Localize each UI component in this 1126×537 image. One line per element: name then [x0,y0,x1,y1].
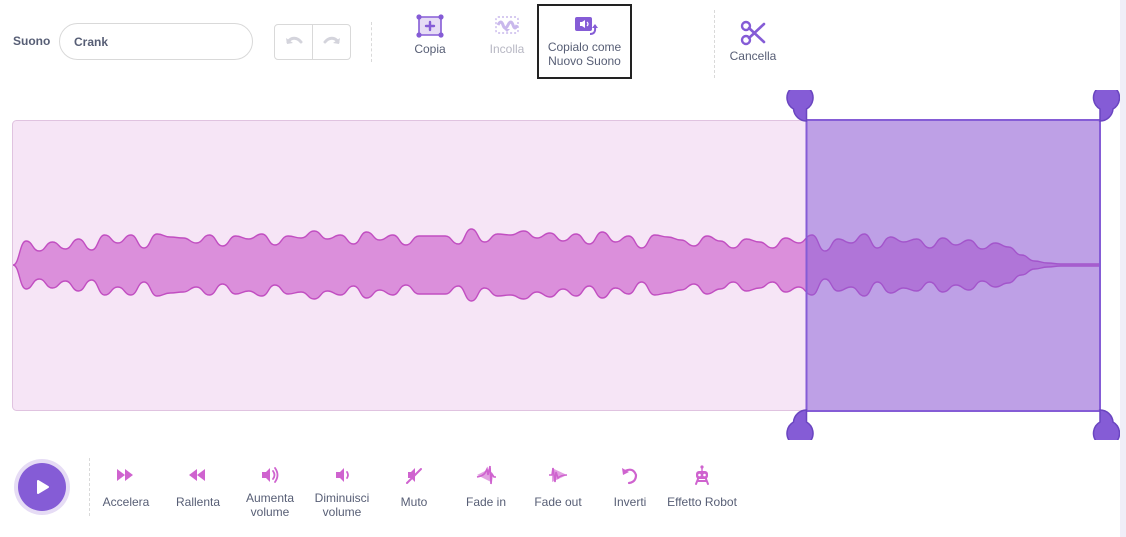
waveform-editor[interactable] [0,90,1126,440]
copy-to-new-label-line2: Nuovo Suono [548,54,621,68]
delete-label: Cancella [729,49,777,63]
play-button-ring [14,459,70,515]
reverse-icon [619,464,641,486]
sound-name-label: Suono [13,34,51,48]
mute-icon [403,464,425,486]
robot-icon [691,464,713,486]
copy-to-new-button[interactable]: Copialo come Nuovo Suono [537,4,632,79]
fast-forward-icon [115,464,137,486]
copy-to-new-sound-icon [574,17,598,35]
right-scrollbar[interactable] [1120,0,1126,537]
fade-out-icon [547,464,569,486]
undo-redo-group [274,24,351,60]
effect-label-line2: volume [322,505,362,519]
undo-icon [285,36,302,44]
effect-label: Muto [400,495,428,509]
effect-label-line2: volume [250,505,290,519]
copy-button[interactable]: Copia [404,14,456,56]
effect-robot-button[interactable]: Effetto Robot [654,464,750,509]
delete-button[interactable]: Cancella [724,20,782,63]
effect-label: Rallenta [175,495,221,509]
volume-up-icon [259,464,281,486]
rewind-icon [187,464,209,486]
selection-range [805,119,1101,412]
effect-label: Accelera [102,495,150,509]
effect-label: Fade out [534,495,582,509]
copy-label: Copia [414,42,446,56]
effect-label: Diminuisci [314,491,370,505]
effect-label: Effetto Robot [667,495,737,509]
effect-label: Inverti [613,495,647,509]
paste-button[interactable]: Incolla [481,14,533,56]
undo-button[interactable] [275,25,312,59]
effect-label: Aumenta [245,491,295,505]
paste-icon [495,16,519,34]
fade-in-icon [475,464,497,486]
effect-label: Fade in [465,495,507,509]
play-button[interactable] [18,463,66,511]
paste-label: Incolla [489,42,525,56]
copy-icon [416,14,444,38]
redo-button[interactable] [312,25,350,59]
sound-name-input[interactable] [59,23,253,60]
toolbar-divider [371,22,372,62]
scissors-icon [740,20,766,46]
toolbar-divider-2 [714,10,715,78]
copy-to-new-label-line1: Copialo come [547,40,622,54]
redo-icon [323,36,340,44]
volume-down-icon [331,464,353,486]
play-icon [37,480,49,494]
